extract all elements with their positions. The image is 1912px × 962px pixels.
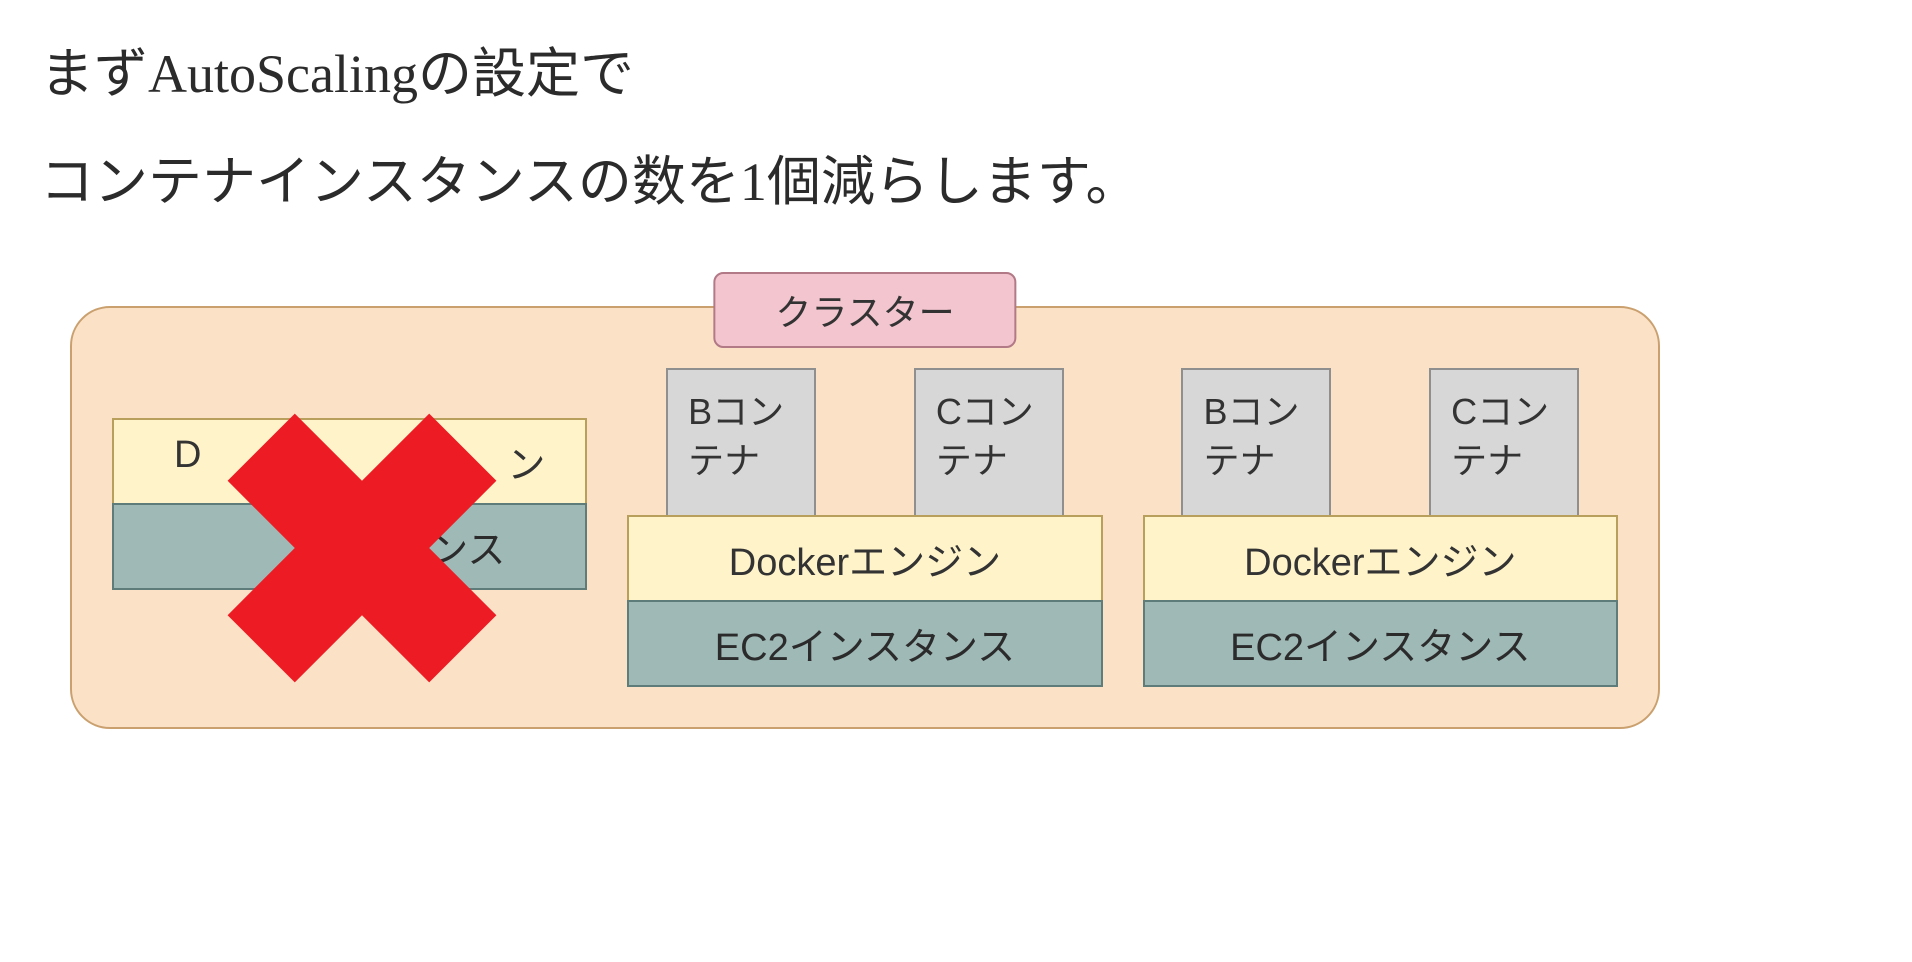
docker-label-partial: ン xyxy=(507,434,545,489)
instance-2: Bコンテナ Cコンテナ Dockerエンジン EC2インスタンス xyxy=(627,368,1102,687)
page: まずAutoScalingの設定で コンテナインスタンスの数を1個減らします。 … xyxy=(0,0,1912,749)
docker-label-partial: D xyxy=(174,434,201,489)
ec2-instance-box: ンス xyxy=(112,503,587,590)
ec2-label-partial: ンス xyxy=(430,530,505,572)
diagram: クラスター D ン ンス xyxy=(70,306,1660,729)
instance-3-containers: Bコンテナ Cコンテナ xyxy=(1143,368,1618,517)
container-box: Cコンテナ xyxy=(1429,368,1579,517)
instance-1: D ン ンス xyxy=(112,368,587,687)
container-box: Cコンテナ xyxy=(914,368,1064,517)
docker-engine-box: Dockerエンジン xyxy=(627,515,1102,602)
instance-2-containers: Bコンテナ Cコンテナ xyxy=(627,368,1102,517)
headline: まずAutoScalingの設定で コンテナインスタンスの数を1個減らします。 xyxy=(40,20,1872,236)
docker-engine-box: D ン xyxy=(112,418,587,505)
instance-3: Bコンテナ Cコンテナ Dockerエンジン EC2インスタンス xyxy=(1143,368,1618,687)
ec2-instance-box: EC2インスタンス xyxy=(1143,600,1618,687)
container-box: Bコンテナ xyxy=(666,368,816,517)
docker-engine-box: Dockerエンジン xyxy=(1143,515,1618,602)
instance-1-containers xyxy=(112,368,587,420)
container-box: Bコンテナ xyxy=(1181,368,1331,517)
headline-line-1: まずAutoScalingの設定で xyxy=(40,20,1872,128)
cluster-label: クラスター xyxy=(713,272,1016,348)
ec2-instance-box: EC2インスタンス xyxy=(627,600,1102,687)
headline-line-2: コンテナインスタンスの数を1個減らします。 xyxy=(40,128,1872,236)
cluster-box: D ン ンス Bコンテナ Cコンテナ Dockerエンジン EC2インスタンス xyxy=(70,306,1660,729)
